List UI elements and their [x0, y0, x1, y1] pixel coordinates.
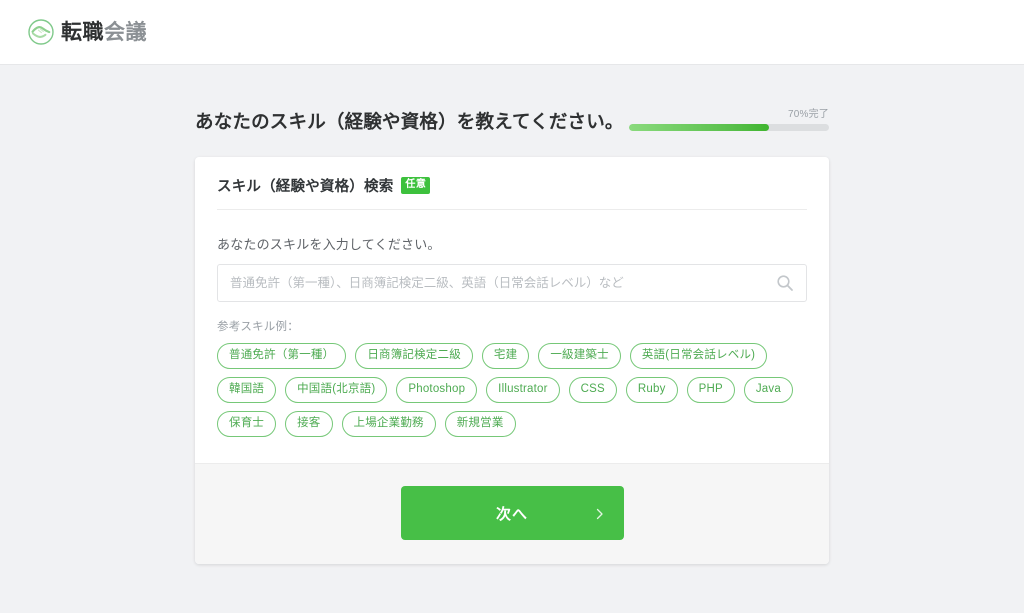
site-logo-text: 転職会議	[61, 22, 147, 43]
chevron-right-icon	[594, 507, 606, 519]
skill-input-label: あなたのスキルを入力してください。	[217, 234, 807, 253]
site-logo[interactable]: 転職会議	[28, 19, 147, 45]
skill-tag[interactable]: Java	[744, 377, 793, 403]
skill-tag[interactable]: Photoshop	[396, 377, 477, 403]
page-title: あなたのスキル（経験や資格）を教えてください。	[195, 111, 624, 135]
logo-text-secondary: 会議	[104, 21, 147, 44]
skill-search-input[interactable]	[218, 265, 806, 301]
skill-tag[interactable]: 中国語(北京語)	[285, 377, 387, 403]
card-footer: 次へ	[195, 463, 829, 564]
skill-tag[interactable]: 保育士	[217, 411, 276, 437]
page-content: あなたのスキル（経験や資格）を教えてください。 70%完了 スキル（経験や資格）…	[0, 65, 1024, 564]
skill-tag[interactable]: 宅建	[482, 343, 529, 369]
skill-tag[interactable]: 新規営業	[445, 411, 516, 437]
skill-tag-list: 普通免許（第一種） 日商簿記検定二級宅建一級建築士英語(日常会話レベル) 韓国語中国…	[217, 343, 807, 437]
content-wrapper: あなたのスキル（経験や資格）を教えてください。 70%完了 スキル（経験や資格）…	[195, 105, 829, 564]
skill-search-card: スキル（経験や資格）検索 任意 あなたのスキルを入力してください。 参考スキル例…	[195, 157, 829, 564]
skill-tag[interactable]: 一級建築士	[538, 343, 621, 369]
optional-badge: 任意	[401, 177, 430, 194]
skill-tag[interactable]: 英語(日常会話レベル)	[630, 343, 767, 369]
skill-tag[interactable]: CSS	[569, 377, 617, 403]
progress-block: 70%完了	[629, 105, 829, 135]
skill-tag[interactable]: Illustrator	[486, 377, 560, 403]
progress-track	[629, 124, 829, 131]
card-heading-text: スキル（経験や資格）検索	[217, 175, 393, 196]
skill-tag[interactable]: PHP	[687, 377, 735, 403]
examples-label: 参考スキル例：	[217, 318, 807, 334]
skill-tag[interactable]: 韓国語	[217, 377, 276, 403]
skill-tag[interactable]: Ruby	[626, 377, 678, 403]
skill-tag[interactable]: 日商簿記検定二級	[355, 343, 473, 369]
logo-text-primary: 転職	[61, 21, 104, 44]
progress-label: 70%完了	[629, 105, 829, 120]
skill-tag[interactable]: 接客	[285, 411, 332, 437]
skill-search-box[interactable]	[217, 264, 807, 302]
progress-fill	[629, 124, 769, 131]
skill-tag[interactable]: 上場企業勤務	[342, 411, 436, 437]
card-heading: スキル（経験や資格）検索 任意	[217, 175, 807, 210]
title-row: あなたのスキル（経験や資格）を教えてください。 70%完了	[195, 105, 829, 135]
site-header: 転職会議	[0, 0, 1024, 65]
handshake-icon	[28, 19, 54, 45]
skill-tag[interactable]: 普通免許（第一種）	[217, 343, 346, 369]
next-button-label: 次へ	[496, 503, 528, 524]
card-body: スキル（経験や資格）検索 任意 あなたのスキルを入力してください。 参考スキル例…	[195, 157, 829, 463]
next-button[interactable]: 次へ	[401, 486, 624, 540]
